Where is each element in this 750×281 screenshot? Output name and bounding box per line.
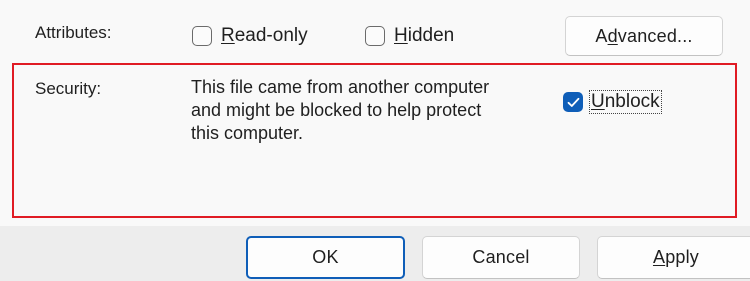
hidden-checkbox[interactable]: Hidden bbox=[365, 25, 454, 47]
security-message-line-2: and might be blocked to help protect bbox=[191, 100, 482, 120]
attributes-label: Attributes: bbox=[35, 23, 112, 42]
advanced-button[interactable]: Ad vanced... bbox=[565, 16, 723, 56]
hidden-checkbox-label: Hidden bbox=[394, 25, 455, 46]
security-message: This file came from another computer and… bbox=[191, 76, 563, 145]
unblock-checkbox-box[interactable] bbox=[563, 92, 583, 112]
cancel-button[interactable]: Cancel bbox=[422, 236, 580, 279]
readonly-checkbox-label: Read-only bbox=[221, 25, 308, 46]
readonly-checkbox-box[interactable] bbox=[192, 26, 212, 46]
unblock-checkbox-label: Unblock bbox=[589, 90, 662, 114]
security-message-line-1: This file came from another computer bbox=[191, 77, 490, 97]
security-label: Security: bbox=[35, 79, 102, 98]
unblock-checkbox[interactable]: Unblock bbox=[563, 90, 662, 114]
ok-button[interactable]: OK bbox=[246, 236, 405, 279]
readonly-checkbox[interactable]: Read-only bbox=[192, 25, 308, 47]
checkmark-icon bbox=[567, 97, 579, 107]
apply-button[interactable]: Apply bbox=[597, 236, 750, 279]
hidden-checkbox-box[interactable] bbox=[365, 26, 385, 46]
security-message-line-3: this computer. bbox=[191, 123, 304, 143]
